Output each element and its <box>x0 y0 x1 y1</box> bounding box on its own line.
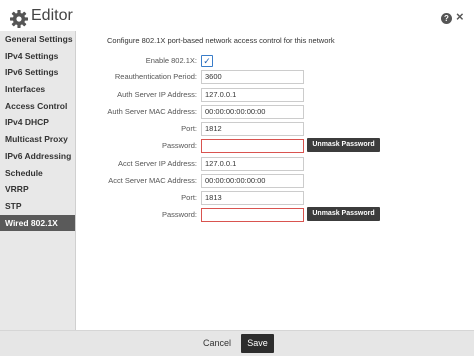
sidebar-item-ipv4-settings[interactable]: IPv4 Settings <box>0 48 75 65</box>
close-icon[interactable]: × <box>456 10 464 24</box>
acct-server-ip-label: Acct Server IP Address: <box>117 159 197 168</box>
wired-8021x-panel: Configure 802.1X port-based network acce… <box>79 32 474 330</box>
auth-unmask-password-button[interactable]: Unmask Password <box>307 138 380 152</box>
enable-8021x-label: Enable 802.1X: <box>145 56 197 65</box>
cancel-button[interactable]: Cancel <box>198 334 236 352</box>
sidebar-item-vrrp[interactable]: VRRP <box>0 181 75 198</box>
sidebar-item-schedule[interactable]: Schedule <box>0 165 75 182</box>
auth-password-label: Password: <box>161 141 197 150</box>
sidebar-item-wired-8021x[interactable]: Wired 802.1X <box>0 214 75 232</box>
auth-port-label: Port: <box>181 124 197 133</box>
sidebar-item-stp[interactable]: STP <box>0 198 75 215</box>
reauth-period-input[interactable]: 3600 <box>201 70 304 84</box>
acct-password-label: Password: <box>161 210 197 219</box>
sidebar-item-general-settings[interactable]: General Settings <box>0 31 75 48</box>
reauth-period-label: Reauthentication Period: <box>114 72 197 81</box>
sidebar-item-ipv4-dhcp[interactable]: IPv4 DHCP <box>0 114 75 131</box>
sidebar-item-ipv6-settings[interactable]: IPv6 Settings <box>0 64 75 81</box>
acct-password-row: Password: Unmask Password <box>79 207 474 222</box>
auth-port-row: Port: 1812 <box>79 122 474 136</box>
help-icon[interactable]: ? <box>441 13 452 24</box>
auth-password-row: Password: Unmask Password <box>79 138 474 153</box>
sidebar-item-multicast-proxy[interactable]: Multicast Proxy <box>0 131 75 148</box>
acct-server-ip-input[interactable]: 127.0.0.1 <box>201 157 304 171</box>
editor-header: Editor ? × <box>0 0 474 34</box>
acct-unmask-password-button[interactable]: Unmask Password <box>307 207 380 221</box>
auth-server-mac-label: Auth Server MAC Address: <box>107 107 197 116</box>
auth-port-input[interactable]: 1812 <box>201 122 304 136</box>
page-title: Editor <box>31 7 73 24</box>
dialog-footer: Cancel Save <box>0 330 474 356</box>
acct-port-label: Port: <box>181 193 197 202</box>
auth-password-input[interactable] <box>201 139 304 153</box>
save-button[interactable]: Save <box>241 334 274 353</box>
auth-server-ip-input[interactable]: 127.0.0.1 <box>201 88 304 102</box>
acct-server-mac-input[interactable]: 00:00:00:00:00:00 <box>201 174 304 188</box>
reauth-row: Reauthentication Period: 3600 <box>79 70 474 84</box>
acct-ip-row: Acct Server IP Address: 127.0.0.1 <box>79 157 474 171</box>
sidebar-item-access-control[interactable]: Access Control <box>0 98 75 115</box>
acct-port-input[interactable]: 1813 <box>201 191 304 205</box>
sidebar-item-ipv6-addressing[interactable]: IPv6 Addressing <box>0 148 75 165</box>
enable-row: Enable 802.1X: ✓ <box>79 54 474 68</box>
sidebar: General Settings IPv4 Settings IPv6 Sett… <box>0 31 76 330</box>
acct-mac-row: Acct Server MAC Address: 00:00:00:00:00:… <box>79 174 474 188</box>
acct-server-mac-label: Acct Server MAC Address: <box>108 176 197 185</box>
acct-port-row: Port: 1813 <box>79 191 474 205</box>
acct-password-input[interactable] <box>201 208 304 222</box>
auth-server-mac-input[interactable]: 00:00:00:00:00:00 <box>201 105 304 119</box>
auth-mac-row: Auth Server MAC Address: 00:00:00:00:00:… <box>79 105 474 119</box>
panel-description: Configure 802.1X port-based network acce… <box>107 36 335 45</box>
enable-8021x-checkbox[interactable]: ✓ <box>201 55 213 67</box>
auth-ip-row: Auth Server IP Address: 127.0.0.1 <box>79 88 474 102</box>
gear-icon <box>10 10 28 28</box>
sidebar-item-interfaces[interactable]: Interfaces <box>0 81 75 98</box>
auth-server-ip-label: Auth Server IP Address: <box>117 90 197 99</box>
